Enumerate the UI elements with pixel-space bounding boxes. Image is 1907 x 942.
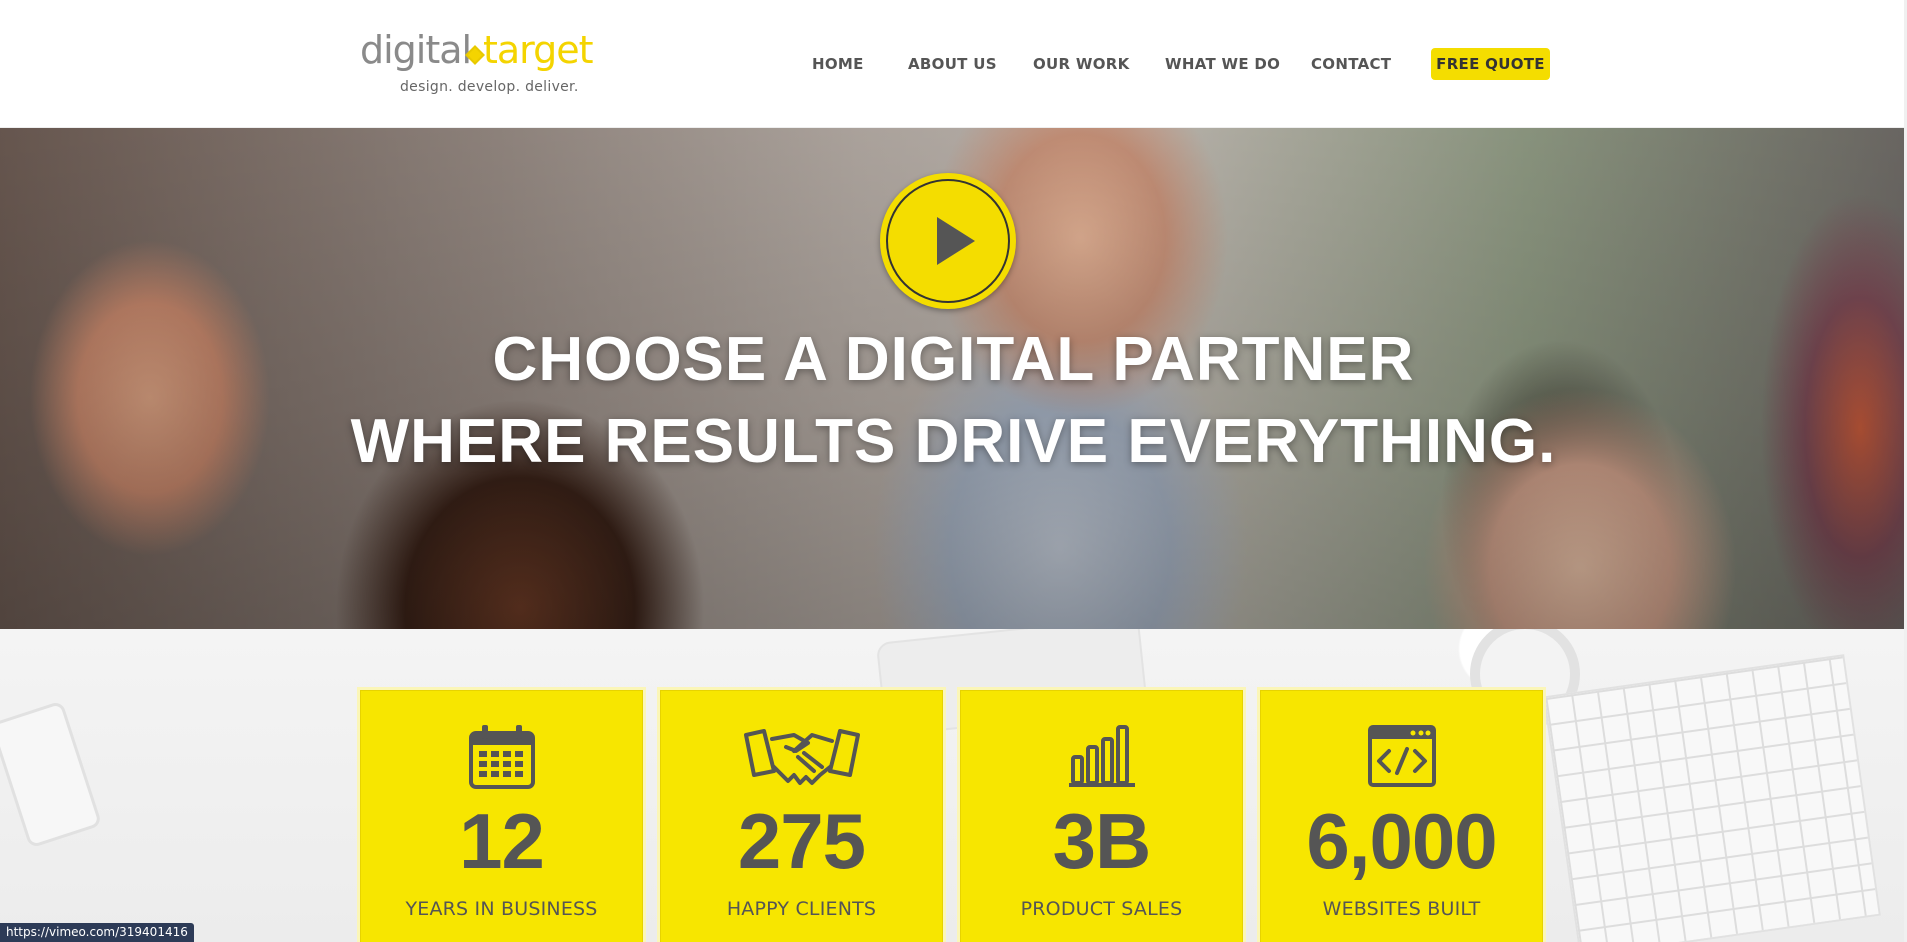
handshake-icon: [743, 729, 860, 785]
stats-section: 12 YEARS IN BUSINESS 275 HAPPY CLIENTS 3…: [0, 629, 1907, 942]
stat-value-websites: 6,000: [1306, 797, 1497, 885]
stat-label-websites: WEBSITES BUILT: [1322, 898, 1481, 920]
site-logo[interactable]: digital target design. develop. deliver.: [360, 26, 600, 101]
browser-status-url: https://vimeo.com/319401416: [0, 923, 194, 942]
background-phone-image: [0, 700, 103, 849]
site-header: digital target design. develop. deliver.…: [0, 0, 1907, 128]
nav-item-about-us[interactable]: ABOUT US: [908, 55, 997, 73]
calendar-icon: [468, 725, 535, 789]
play-video-button[interactable]: [880, 173, 1016, 309]
nav-item-what-we-do[interactable]: WHAT WE DO: [1165, 55, 1280, 73]
stat-value-sales: 3B: [1052, 797, 1152, 885]
logo-tagline: design. develop. deliver.: [400, 79, 579, 95]
hero-headline-line-1: CHOOSE A DIGITAL PARTNER: [492, 325, 1415, 394]
nav-item-our-work[interactable]: OUR WORK: [1033, 55, 1130, 73]
stat-card-years: 12 YEARS IN BUSINESS: [360, 690, 643, 942]
stat-label-clients: HAPPY CLIENTS: [726, 898, 877, 920]
nav-item-home[interactable]: HOME: [812, 55, 864, 73]
free-quote-button[interactable]: FREE QUOTE: [1431, 48, 1550, 80]
code-window-icon: [1367, 725, 1436, 787]
stat-card-websites: 6,000 WEBSITES BUILT: [1260, 690, 1543, 942]
stat-value-years: 12: [459, 797, 545, 885]
stat-value-clients: 275: [737, 797, 866, 885]
logo-word-target: target: [483, 28, 594, 72]
stat-label-years: YEARS IN BUSINESS: [405, 898, 598, 920]
stat-card-clients: 275 HAPPY CLIENTS: [660, 690, 943, 942]
play-icon: [937, 217, 975, 265]
stat-card-sales: 3B PRODUCT SALES: [960, 690, 1243, 942]
hero-headline-line-2: WHERE RESULTS DRIVE EVERYTHING.: [350, 407, 1557, 476]
bar-chart-icon: [1068, 725, 1135, 787]
nav-item-contact[interactable]: CONTACT: [1311, 55, 1391, 73]
stat-label-sales: PRODUCT SALES: [1020, 898, 1183, 920]
background-calendar-image: [1543, 654, 1881, 942]
hero-video-banner[interactable]: CHOOSE A DIGITAL PARTNER WHERE RESULTS D…: [0, 128, 1907, 629]
logo-word-digital: digital: [360, 28, 472, 72]
